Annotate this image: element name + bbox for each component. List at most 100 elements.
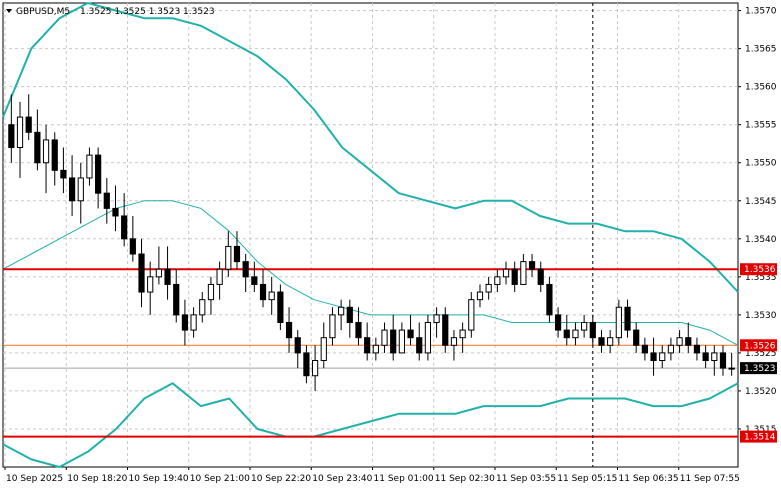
x-tick-label: 10 Sep 22:20 <box>251 474 311 484</box>
candle-body <box>702 352 709 362</box>
candle-body <box>147 276 154 293</box>
candle-body <box>77 177 84 202</box>
y-tick-label: 1.3560 <box>745 83 777 93</box>
candle-body <box>355 321 362 339</box>
x-tick-label: 11 Sep 05:15 <box>557 474 617 484</box>
candle-body <box>277 291 284 323</box>
candle-body <box>459 329 466 339</box>
candle-body <box>259 283 267 301</box>
candle-body <box>338 306 345 316</box>
candle-body <box>433 314 440 323</box>
candle-body <box>155 268 162 278</box>
y-tick-label: 1.3520 <box>745 387 777 397</box>
candle-body <box>424 321 432 354</box>
candle-body <box>129 238 136 255</box>
candle-body <box>51 139 58 171</box>
candle-body <box>398 329 405 354</box>
candle-body <box>95 154 102 194</box>
x-tick-label: 10 Sep 19:40 <box>129 474 189 484</box>
candle-body <box>641 344 648 354</box>
candle-body <box>329 314 336 339</box>
candle-body <box>676 337 683 346</box>
candle-body <box>546 283 553 316</box>
candle-body <box>607 337 614 346</box>
candle-body <box>225 245 232 270</box>
ohlc-quote: 1.3525 1.3525 1.3523 1.3523 <box>80 7 215 17</box>
candle-body <box>476 291 484 301</box>
x-tick-label: 11 Sep 06:35 <box>619 474 679 484</box>
candle-body <box>494 276 501 285</box>
x-tick-label: 11 Sep 03:55 <box>496 474 556 484</box>
candle-body <box>34 131 41 164</box>
candle-body <box>633 329 640 346</box>
candle-body <box>294 337 301 354</box>
candle-body <box>485 283 492 293</box>
x-tick-label: 11 Sep 07:55 <box>680 474 740 484</box>
candle-body <box>68 177 76 202</box>
time-axis: 10 Sep 2025 10 Sep 18:20 10 Sep 19:40 10 Se… <box>4 467 740 484</box>
candle-body <box>390 329 397 354</box>
candle-body <box>511 268 518 285</box>
candle-body <box>528 261 536 270</box>
candle-body <box>86 154 93 179</box>
chart-window: 1.3570 1.3565 1.3560 1.3555 1.3550 1.3545 1.35… <box>0 0 781 489</box>
candle-body <box>537 268 544 285</box>
candle-body <box>268 291 275 301</box>
candle-body <box>346 306 353 323</box>
candle-body <box>563 329 570 339</box>
candle-body <box>320 337 327 362</box>
y-tick-label: 1.3550 <box>745 159 777 169</box>
candle-body <box>659 352 666 362</box>
y-tick-label: 1.3530 <box>745 311 777 321</box>
candle-body <box>554 314 562 331</box>
candle-body <box>25 116 32 133</box>
candle-body <box>242 261 249 278</box>
candle-body <box>190 314 197 331</box>
candle-body <box>589 321 596 339</box>
candle-body <box>173 283 180 316</box>
plot-area[interactable] <box>2 2 739 468</box>
y-tick-label: 1.3545 <box>745 197 777 207</box>
candle-body <box>303 352 310 377</box>
x-tick-label: 10 Sep 2025 <box>6 474 63 484</box>
price-label-text: 1.3526 <box>744 341 776 351</box>
symbol-timeframe: GBPUSD,M5 <box>16 7 70 17</box>
candle-body <box>572 329 579 339</box>
candle-body <box>8 124 15 149</box>
candle-body <box>164 268 171 285</box>
candle-body <box>16 116 24 149</box>
candle-body <box>719 352 727 369</box>
x-tick-label: 11 Sep 01:00 <box>374 474 434 484</box>
candle-body <box>381 329 388 346</box>
candle-body <box>112 207 119 217</box>
candle-body <box>685 337 692 346</box>
candle-body <box>251 276 258 285</box>
y-tick-label: 1.3540 <box>745 235 777 245</box>
candle-body <box>199 299 206 316</box>
price-label-text: 1.3536 <box>744 265 776 275</box>
candle-body <box>311 360 319 377</box>
candle-body <box>216 268 223 285</box>
price-label-text: 1.3523 <box>744 364 776 374</box>
candle-body <box>42 139 50 164</box>
candle-body <box>442 314 449 346</box>
candle-body <box>407 329 414 339</box>
candle-body <box>728 367 735 370</box>
candle-body <box>520 261 527 285</box>
price-chart[interactable]: 1.3570 1.3565 1.3560 1.3555 1.3550 1.3545 1.35… <box>0 0 781 489</box>
x-tick-label: 10 Sep 21:00 <box>190 474 250 484</box>
candle-body <box>138 253 145 293</box>
candle-body <box>181 314 189 331</box>
candle-body <box>468 299 475 331</box>
candle-body <box>615 306 622 339</box>
price-label-text: 1.3514 <box>744 433 776 443</box>
candle-body <box>207 283 215 301</box>
candle-body <box>416 337 423 354</box>
candle-body <box>581 321 588 331</box>
y-tick-label: 1.3555 <box>745 121 777 131</box>
y-tick-label: 1.3565 <box>745 45 777 55</box>
candle-body <box>711 352 718 362</box>
candle-body <box>103 192 110 209</box>
candle-body <box>624 306 631 331</box>
candle-body <box>650 352 657 362</box>
